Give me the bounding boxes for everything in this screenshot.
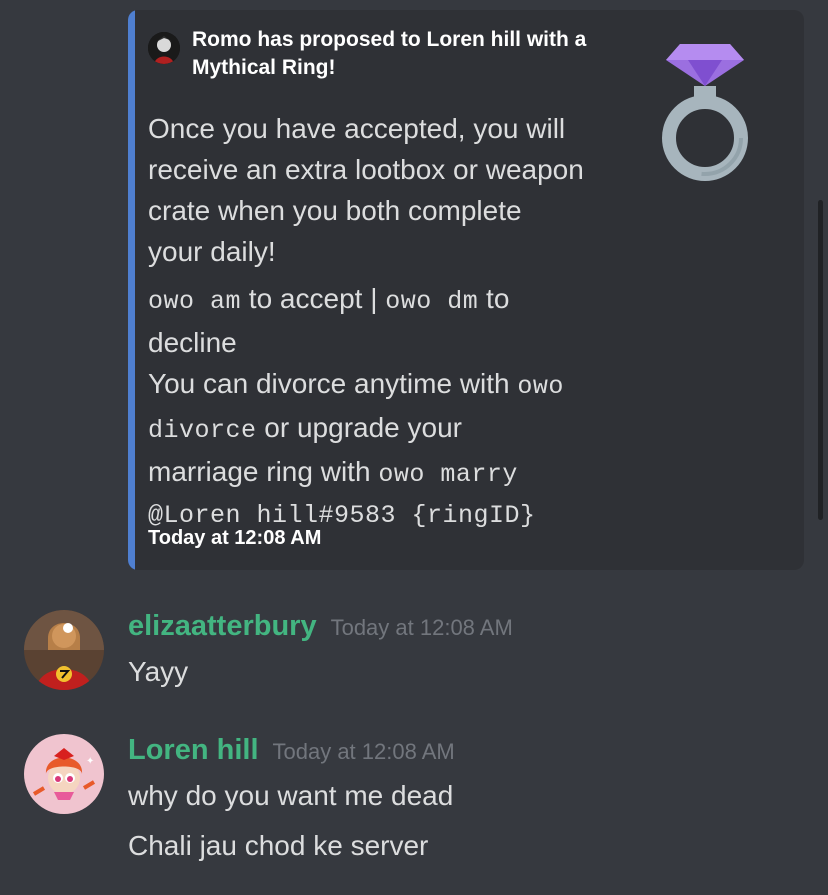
message-content: why do you want me dead [128, 780, 454, 811]
avatar[interactable]: ✦ [24, 734, 104, 814]
desc-line: marriage ring with owo marry [148, 451, 618, 495]
accept-command: owo am [148, 287, 242, 316]
avatar[interactable] [24, 610, 104, 690]
marriage-text: marriage ring with [148, 456, 379, 487]
embed-accent-bar [128, 10, 135, 570]
embed-author-name: Romo has proposed to Loren hill with a M… [192, 28, 587, 79]
embed-author: Romo has proposed to Loren hill with a M… [148, 26, 628, 82]
message-group: elizaatterbury Today at 12:08 AM Yayy [24, 610, 804, 700]
accept-text: to accept | [241, 283, 386, 314]
username[interactable]: Loren hill [128, 734, 259, 766]
decline-command: owo dm [385, 287, 479, 316]
timestamp: Today at 12:08 AM [330, 615, 513, 640]
message-content: Yayy [128, 656, 189, 687]
desc-line: decline [148, 327, 237, 358]
embed-footer-timestamp: Today at 12:08 AM [148, 527, 322, 549]
message-header: Loren hill Today at 12:08 AM [128, 734, 455, 767]
message-content: Chali jau chod ke server [128, 830, 429, 861]
marry-command: owo marry [378, 460, 518, 489]
desc-line: Once you have accepted, you will [148, 113, 566, 144]
svg-text:✦: ✦ [86, 756, 94, 767]
ring-icon [658, 44, 752, 184]
divorce-command-b: divorce [148, 416, 257, 445]
username[interactable]: elizaatterbury [128, 610, 317, 642]
divorce-text: You can divorce anytime with [148, 368, 518, 399]
message-header: elizaatterbury Today at 12:08 AM [128, 610, 513, 643]
decline-text: to [478, 283, 510, 314]
desc-line: owo am to accept | owo dm to [148, 278, 618, 322]
desc-line: crate when you both complete [148, 195, 522, 226]
upgrade-text: or upgrade your [256, 412, 462, 443]
desc-line: divorce or upgrade your [148, 407, 618, 451]
bot-embed: Romo has proposed to Loren hill with a M… [128, 10, 804, 570]
message-group: ✦ Loren hill Today at 12:08 AM why do you… [24, 734, 804, 874]
timestamp: Today at 12:08 AM [272, 739, 455, 764]
desc-line: receive an extra lootbox or weapon [148, 154, 584, 185]
embed-description: Once you have accepted, you will receive… [148, 108, 618, 536]
desc-line: You can divorce anytime with owo [148, 363, 618, 407]
author-avatar[interactable] [148, 32, 180, 64]
divorce-command-a: owo [517, 372, 564, 401]
scrollbar[interactable] [818, 200, 823, 520]
desc-line: your daily! [148, 236, 276, 267]
